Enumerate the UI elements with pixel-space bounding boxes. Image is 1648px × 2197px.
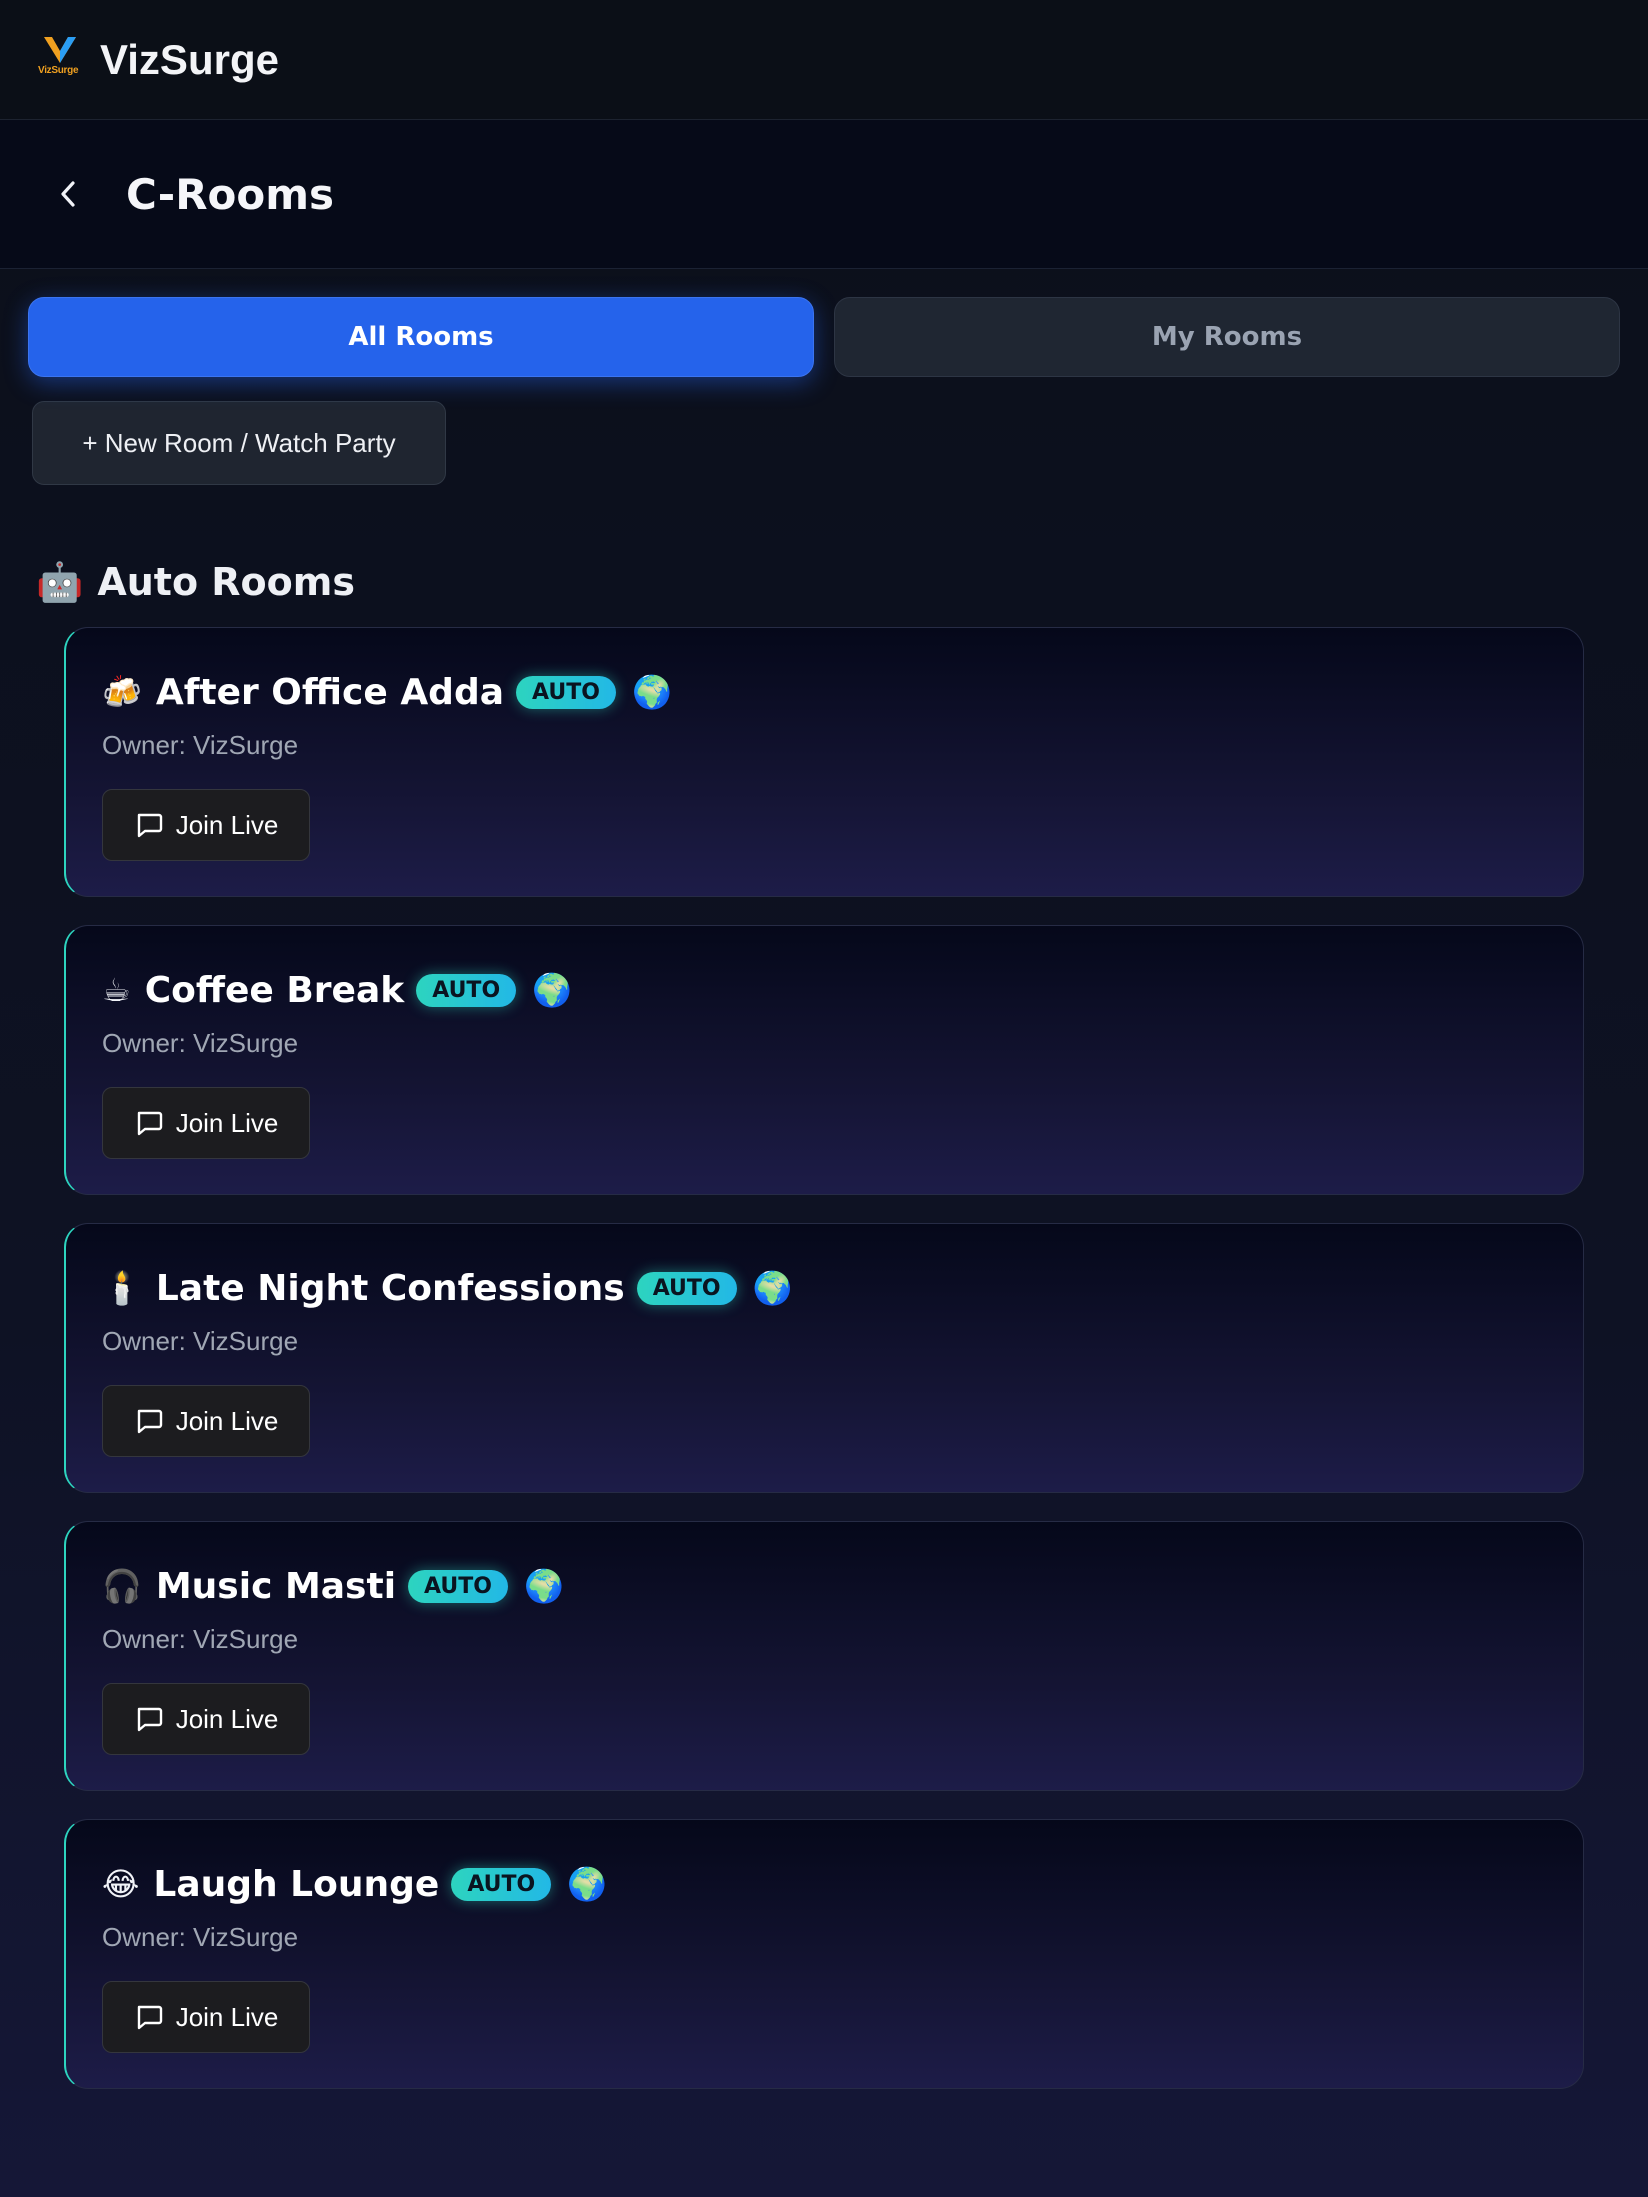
join-live-button[interactable]: Join Live: [102, 1683, 310, 1755]
room-title-row: 🍻 After Office Adda AUTO 🌍: [102, 668, 1583, 716]
room-owner: Owner: VizSurge: [102, 1922, 299, 1952]
globe-icon: 🌍: [523, 1567, 564, 1605]
chat-bubble-icon: [137, 2005, 162, 2030]
tab-all-rooms[interactable]: All Rooms: [28, 297, 814, 377]
room-emoji-icon: 😂: [102, 1865, 140, 1903]
join-live-button[interactable]: Join Live: [102, 789, 310, 861]
room-emoji-icon: 🍻: [102, 673, 142, 711]
vizsurge-logo[interactable]: VizSurge: [36, 35, 86, 85]
back-button[interactable]: [50, 176, 86, 212]
globe-icon: 🌍: [532, 971, 572, 1009]
chat-bubble-icon: [137, 1707, 162, 1732]
auto-badge: AUTO: [408, 1569, 508, 1603]
page-header: C-Rooms: [0, 120, 1648, 269]
room-emoji-icon: 🕯️: [102, 1269, 142, 1307]
room-name: Laugh Lounge: [153, 1863, 440, 1905]
room-card: 🍻 After Office Adda AUTO 🌍 Owner: VizSur…: [64, 627, 1584, 897]
room-owner: Owner: VizSurge: [102, 1326, 299, 1356]
room-card: 🎧 Music Masti AUTO 🌍 Owner: VizSurge Joi…: [64, 1521, 1584, 1791]
logo-wordmark: VizSurge: [38, 64, 79, 76]
room-emoji-icon: 🎧: [102, 1567, 142, 1605]
robot-icon: 🤖: [36, 559, 84, 604]
chat-bubble-icon: [137, 1409, 162, 1434]
room-emoji-icon: ☕: [102, 971, 131, 1009]
room-title-row: ☕ Coffee Break AUTO 🌍: [102, 966, 1583, 1014]
globe-icon: 🌍: [567, 1865, 608, 1903]
room-title-row: 😂 Laugh Lounge AUTO 🌍: [102, 1860, 1583, 1908]
auto-badge: AUTO: [416, 973, 517, 1007]
room-card: ☕ Coffee Break AUTO 🌍 Owner: VizSurge Jo…: [64, 925, 1584, 1195]
new-room-button[interactable]: + New Room / Watch Party: [32, 401, 446, 485]
chat-bubble-icon: [137, 813, 162, 838]
join-live-button[interactable]: Join Live: [102, 1981, 310, 2053]
app-header: VizSurge VizSurge: [0, 0, 1648, 120]
section-auto-rooms: 🤖 Auto Rooms: [36, 557, 1648, 607]
join-live-label: Join Live: [175, 1405, 279, 1436]
tab-my-rooms[interactable]: My Rooms: [834, 297, 1620, 377]
section-title: Auto Rooms: [97, 560, 355, 604]
globe-icon: 🌍: [631, 673, 672, 711]
room-name: Music Masti: [155, 1565, 397, 1607]
join-live-button[interactable]: Join Live: [102, 1385, 310, 1457]
room-owner: Owner: VizSurge: [102, 1624, 299, 1654]
logo-v-icon: [44, 36, 76, 63]
auto-badge: AUTO: [451, 1867, 552, 1901]
join-live-label: Join Live: [175, 809, 279, 840]
join-live-button[interactable]: Join Live: [102, 1087, 310, 1159]
room-owner: Owner: VizSurge: [102, 1028, 299, 1058]
room-name: After Office Adda: [155, 671, 505, 713]
room-list: 🍻 After Office Adda AUTO 🌍 Owner: VizSur…: [64, 627, 1584, 2089]
auto-badge: AUTO: [636, 1271, 737, 1305]
join-live-label: Join Live: [175, 1703, 279, 1734]
auto-badge: AUTO: [516, 675, 616, 709]
join-live-label: Join Live: [175, 1107, 279, 1138]
chat-bubble-icon: [137, 1111, 162, 1136]
room-tabs: All Rooms My Rooms: [0, 269, 1648, 377]
room-name: Late Night Confessions: [155, 1267, 625, 1309]
room-title-row: 🎧 Music Masti AUTO 🌍: [102, 1562, 1583, 1610]
page-title: C-Rooms: [126, 169, 335, 219]
room-owner: Owner: VizSurge: [102, 730, 299, 760]
chevron-left-icon: [61, 181, 75, 207]
room-name: Coffee Break: [144, 969, 405, 1011]
globe-icon: 🌍: [752, 1269, 793, 1307]
room-card: 🕯️ Late Night Confessions AUTO 🌍 Owner: …: [64, 1223, 1584, 1493]
app-title: VizSurge: [100, 35, 279, 83]
room-card: 😂 Laugh Lounge AUTO 🌍 Owner: VizSurge Jo…: [64, 1819, 1584, 2089]
join-live-label: Join Live: [175, 2001, 279, 2032]
room-title-row: 🕯️ Late Night Confessions AUTO 🌍: [102, 1264, 1583, 1312]
